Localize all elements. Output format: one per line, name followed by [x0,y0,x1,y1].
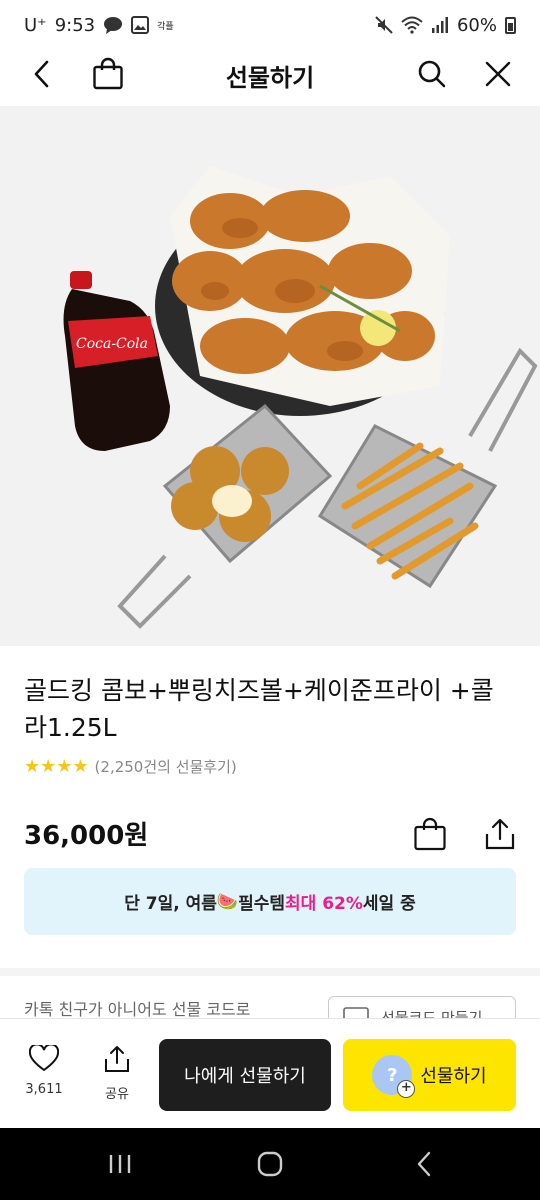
chicken-combo-illustration: Coca-Cola [63,166,538,629]
cart-button[interactable] [84,50,132,98]
product-price: 36,000원 [24,821,149,851]
recent-apps-icon [109,1155,131,1173]
promo-text-end: 세일 중 [362,894,416,914]
promo-highlight: 최대 62% [285,894,363,914]
product-image[interactable]: Coca-Cola [0,106,540,646]
status-left: U⁺ 9:53 각플 [24,15,174,36]
rating-stars: ★★★★ [24,756,89,777]
watermelon-icon: 🍉 [216,891,239,912]
home-icon [257,1151,283,1177]
search-icon [418,60,446,88]
back-button[interactable] [18,50,66,98]
gift-button[interactable]: ? + 선물하기 [343,1039,516,1111]
share-button[interactable]: 공유 [87,1045,147,1102]
app-small-label: 각플 [157,21,174,32]
page-title: 선물하기 [225,64,315,92]
close-button[interactable] [474,50,522,98]
add-friend-icon: + [397,1080,416,1098]
promo-banner[interactable]: 단 7일, 여름 🍉 필수템 최대 62% 세일 중 [24,868,516,935]
wifi-icon [401,16,423,34]
svg-text:Coca-Cola: Coca-Cola [76,336,148,352]
gift-to-self-button[interactable]: 나에게 선물하기 [159,1039,331,1111]
avatar-question-mark: ? [387,1064,398,1086]
add-to-cart-button[interactable] [410,812,450,856]
promo-text-start: 단 7일, 여름 [124,894,217,914]
share-label: 공유 [105,1087,129,1102]
share-icon [105,1046,129,1072]
back-nav-button[interactable] [394,1146,454,1182]
shopping-bag-icon [414,817,446,851]
review-count: (2,250건의 선물후기) [94,758,237,776]
product-title: 골드킹 콤보+뿌링치즈볼+케이준프라이 +콜라1.25L [24,676,494,742]
friend-avatar-icon: ? + [372,1055,416,1098]
chevron-left-icon [34,60,49,88]
like-count: 3,611 [25,1082,63,1097]
status-bar: U⁺ 9:53 각플 60% [0,0,540,50]
system-nav-bar [0,1128,540,1200]
shopping-bag-icon [93,57,123,90]
promo-text-middle: 필수템 [238,894,286,914]
back-arrow-icon [417,1151,431,1177]
mute-icon [375,16,393,34]
gallery-icon [131,16,150,34]
home-button[interactable] [240,1146,300,1182]
like-button[interactable]: 3,611 [14,1045,74,1097]
bottom-action-bar: 3,611 공유 나에게 선물하기 ? + 선물하기 [0,1018,540,1128]
section-divider [0,968,540,976]
status-right: 60% [375,15,516,36]
gift-to-self-label: 나에게 선물하기 [184,1066,306,1087]
gift-button-label: 선물하기 [420,1066,487,1087]
recent-apps-button[interactable] [90,1146,150,1182]
carrier-label: U⁺ [24,14,47,36]
signal-icon [431,17,448,33]
rating-row[interactable]: ★★★★ (2,250건의 선물후기) [24,756,237,777]
share-icon-button[interactable] [480,812,520,856]
gift-code-description: 카톡 친구가 아니어도 선물 코드로 [24,1000,251,1019]
battery-icon [505,16,516,34]
close-icon [485,61,511,87]
app-header: 선물하기 [0,50,540,106]
clock: 9:53 [54,14,96,36]
search-button[interactable] [408,50,456,98]
battery-percent: 60% [456,14,497,36]
share-icon [485,818,515,850]
heart-icon [29,1045,59,1072]
chat-bubble-icon [104,17,123,34]
